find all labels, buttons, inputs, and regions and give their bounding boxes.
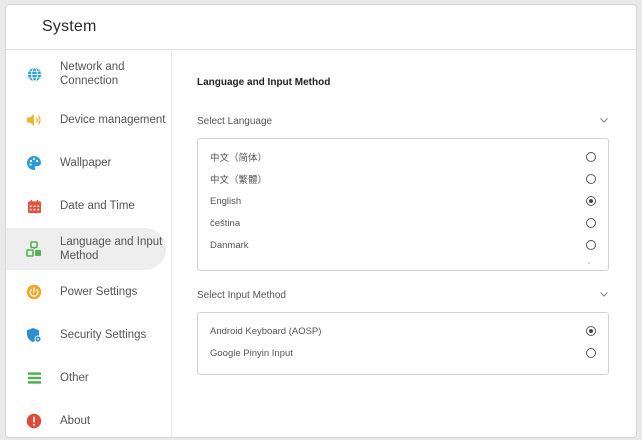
info-icon	[26, 413, 42, 429]
language-option-label: 中文（简体）	[210, 153, 268, 164]
sidebar-item-label: Other	[60, 372, 89, 384]
sidebar-item-label: About	[60, 415, 91, 427]
speaker-icon	[26, 112, 42, 128]
language-option[interactable]: English	[210, 192, 596, 210]
language-list: 中文（简体） 中文（繁體） English čeština Danmark	[197, 138, 609, 271]
scroll-indicator[interactable]	[588, 262, 590, 264]
language-option-label: čeština	[210, 217, 241, 229]
input-method-option-label: Google Pinyin Input	[210, 347, 293, 359]
input-method-list: Android Keyboard (AOSP) Google Pinyin In…	[197, 312, 609, 375]
power-icon	[26, 284, 42, 300]
radio-button[interactable]	[586, 240, 596, 250]
input-method-option-label: Android Keyboard (AOSP)	[210, 325, 322, 337]
language-icon	[26, 241, 42, 257]
language-option-label: English	[210, 195, 242, 207]
language-option-label: Danmark	[210, 239, 249, 251]
chevron-down-icon[interactable]	[599, 289, 609, 299]
sidebar-item-label: Language and Input Method	[60, 236, 163, 262]
sidebar-item-network[interactable]: Network and Connection	[6, 53, 166, 95]
language-option-label: 中文（繁體）	[210, 175, 268, 186]
sidebar-item-power[interactable]: Power Settings	[6, 271, 166, 313]
calendar-icon	[26, 198, 42, 214]
sidebar-item-label: Wallpaper	[60, 157, 112, 169]
sidebar-item-label: Device management	[60, 114, 166, 126]
radio-button[interactable]	[586, 218, 596, 228]
radio-button[interactable]	[586, 196, 596, 206]
sidebar-item-language[interactable]: Language and Input Method	[6, 228, 166, 270]
sidebar: Network and Connection Device management…	[6, 51, 172, 437]
globe-icon	[26, 66, 42, 82]
language-select-header[interactable]: Select Language	[197, 116, 609, 132]
list-icon	[26, 370, 42, 386]
sidebar-item-device[interactable]: Device management	[6, 99, 166, 141]
title-bar: System	[6, 5, 636, 50]
window-title: System	[42, 18, 97, 35]
main-panel: Language and Input Method Select Languag…	[172, 51, 636, 437]
language-option[interactable]: 中文（简体）	[210, 148, 596, 166]
radio-button[interactable]	[586, 326, 596, 336]
sidebar-item-date-time[interactable]: Date and Time	[6, 185, 166, 227]
sidebar-item-label: Security Settings	[60, 329, 147, 341]
chevron-down-icon[interactable]	[599, 115, 609, 125]
language-option[interactable]: Danmark	[210, 236, 596, 254]
language-option[interactable]: čeština	[210, 214, 596, 232]
sidebar-item-about[interactable]: About	[6, 400, 166, 437]
input-method-option[interactable]: Android Keyboard (AOSP)	[210, 322, 596, 340]
sidebar-item-label: Date and Time	[60, 200, 135, 212]
sidebar-item-wallpaper[interactable]: Wallpaper	[6, 142, 166, 184]
palette-icon	[26, 155, 42, 171]
language-option[interactable]: 中文（繁體）	[210, 170, 596, 188]
radio-button[interactable]	[586, 174, 596, 184]
settings-window: System Network and Connection Device man…	[5, 4, 637, 438]
section-title: Language and Input Method	[197, 77, 331, 88]
sidebar-item-label: Network and Connection	[60, 61, 125, 87]
sidebar-item-other[interactable]: Other	[6, 357, 166, 399]
shield-icon	[26, 327, 42, 343]
radio-button[interactable]	[586, 348, 596, 358]
sidebar-item-security[interactable]: Security Settings	[6, 314, 166, 356]
radio-button[interactable]	[586, 152, 596, 162]
input-method-option[interactable]: Google Pinyin Input	[210, 344, 596, 362]
input-select-label: Select Input Method	[197, 290, 286, 301]
input-select-header[interactable]: Select Input Method	[197, 290, 609, 306]
language-select-label: Select Language	[197, 116, 273, 127]
sidebar-item-label: Power Settings	[60, 286, 138, 298]
